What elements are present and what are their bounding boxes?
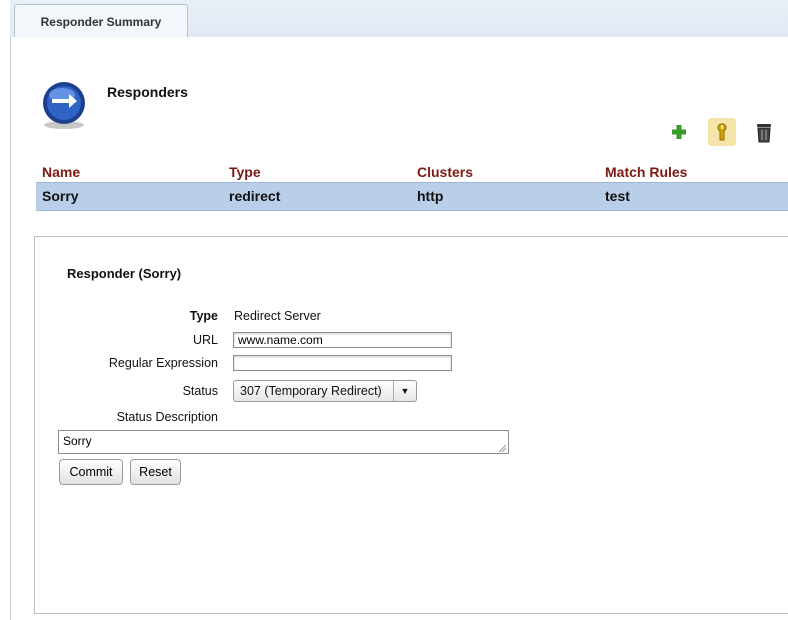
url-input[interactable] (233, 332, 452, 348)
delete-responder-button[interactable] (750, 118, 778, 146)
cell-name: Sorry (42, 188, 79, 204)
column-header-clusters[interactable]: Clusters (417, 164, 473, 180)
regex-label: Regular Expression (108, 356, 218, 370)
detail-panel (34, 236, 788, 614)
status-select[interactable]: 307 (Temporary Redirect) ▼ (233, 380, 417, 402)
status-description-label: Status Description (116, 410, 218, 424)
resize-grip-icon[interactable] (497, 443, 507, 453)
detail-title: Responder (Sorry) (67, 266, 182, 281)
status-label: Status (182, 384, 218, 398)
add-responder-button[interactable] (665, 118, 693, 146)
regex-input[interactable] (233, 355, 452, 371)
responder-logo-icon (43, 82, 85, 129)
edit-responder-button[interactable] (708, 118, 736, 146)
reset-button[interactable]: Reset (130, 459, 181, 485)
table-header: Name Type Clusters Match Rules (36, 164, 788, 181)
status-select-value: 307 (Temporary Redirect) (240, 384, 382, 398)
page-title: Responders (107, 84, 188, 100)
type-label: Type (189, 309, 218, 323)
status-description-input[interactable]: Sorry (58, 430, 509, 454)
cell-match-rules: test (605, 188, 630, 204)
chevron-down-icon: ▼ (393, 381, 416, 401)
plus-icon (672, 125, 686, 139)
cell-clusters: http (417, 188, 444, 204)
table-row[interactable]: Sorry redirect http test (36, 182, 788, 211)
tab-responder-summary[interactable]: Responder Summary (14, 4, 188, 38)
trash-icon (757, 124, 771, 143)
type-value: Redirect Server (234, 309, 321, 323)
commit-button[interactable]: Commit (59, 459, 123, 485)
column-header-name[interactable]: Name (42, 164, 80, 180)
wrench-icon (717, 123, 727, 141)
url-label: URL (192, 333, 218, 347)
cell-type: redirect (229, 188, 281, 204)
column-header-type[interactable]: Type (229, 164, 261, 180)
column-header-match-rules[interactable]: Match Rules (605, 164, 687, 180)
